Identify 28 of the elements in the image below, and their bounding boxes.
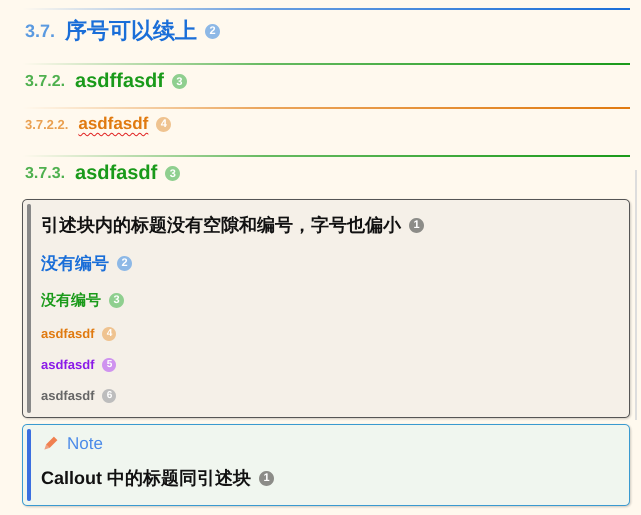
heading-badge: 6 (102, 388, 116, 402)
heading-number: 3.7.2. (25, 72, 66, 90)
heading-badge: 2 (205, 24, 220, 38)
heading-badge: 3 (165, 166, 180, 181)
heading-number: 3.7.2.2. (25, 116, 68, 132)
heading-text: asdfasdf (41, 357, 94, 372)
heading-text: asdfasdf (75, 162, 158, 185)
heading-number: 3.7. (25, 20, 56, 42)
heading-number: 3.7.3. (25, 164, 66, 182)
heading-text: asdfasdf (41, 326, 94, 341)
heading-text: 引述块内的标题没有空隙和编号，字号也偏小 (41, 214, 401, 237)
heading-text: asdfasdf (41, 388, 94, 403)
heading-badge: 2 (117, 256, 132, 270)
heading-badge: 4 (102, 326, 116, 340)
heading-badge: 1 (409, 218, 424, 232)
heading-badge: 4 (156, 116, 172, 132)
heading-badge: 3 (172, 74, 187, 89)
heading-text: asdffasdf (75, 70, 164, 93)
heading-text: 序号可以续上 (65, 17, 198, 45)
heading-badge: 3 (109, 292, 124, 308)
heading-text: 没有编号 (41, 290, 101, 310)
heading-badge: 1 (259, 470, 274, 486)
heading-text: asdfasdf (78, 114, 148, 134)
callout-title: Note (67, 434, 103, 454)
heading-text: Callout 中的标题同引述块 (41, 467, 251, 490)
heading-text: 没有编号 (41, 252, 109, 274)
heading-badge: 5 (102, 358, 116, 372)
scrollbar[interactable] (635, 170, 637, 420)
